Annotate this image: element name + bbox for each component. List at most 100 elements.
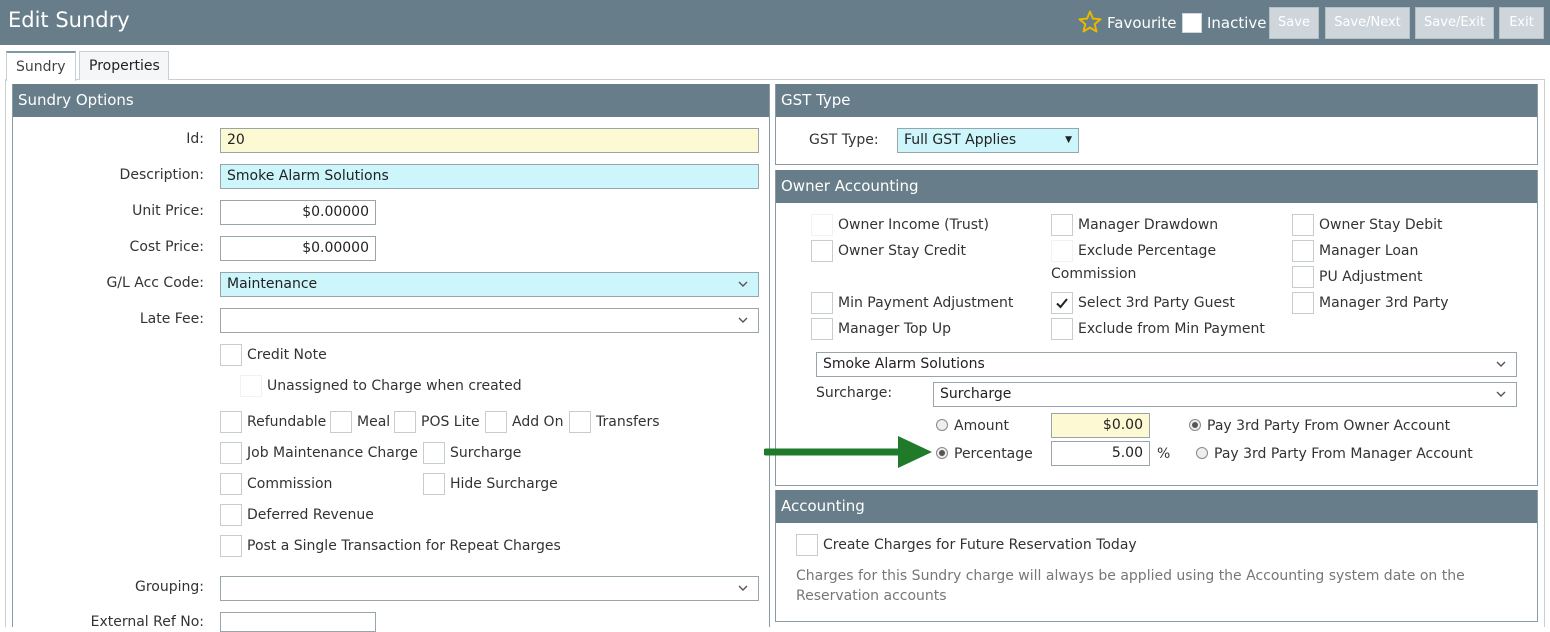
manager-3rd-party-label: Manager 3rd Party	[1319, 295, 1449, 311]
third-party-value: Smoke Alarm Solutions	[823, 356, 985, 372]
unassigned-label: Unassigned to Charge when created	[267, 378, 522, 394]
chevron-down-icon	[1496, 361, 1506, 367]
add-on-label: Add On	[512, 414, 564, 430]
exit-button[interactable]: Exit	[1499, 7, 1544, 39]
commission-checkbox[interactable]	[220, 473, 242, 495]
deferred-revenue-checkbox[interactable]	[220, 504, 242, 526]
refundable-checkbox[interactable]	[220, 411, 242, 433]
caret-down-icon: ▼	[1065, 135, 1072, 145]
owner-stay-credit-checkbox[interactable]	[811, 240, 833, 262]
grouping-label: Grouping:	[135, 579, 204, 595]
cost-price-field[interactable]: $0.00000	[220, 236, 376, 261]
inactive-label: Inactive	[1207, 14, 1267, 32]
post-single-checkbox[interactable]	[220, 535, 242, 557]
external-ref-label: External Ref No:	[90, 614, 204, 630]
gst-type-select[interactable]: Full GST Applies ▼	[897, 128, 1079, 153]
select-3rd-party-guest-checkbox[interactable]	[1051, 292, 1073, 314]
exclude-commission-label: Commission	[1051, 266, 1137, 282]
gst-type-value: Full GST Applies	[904, 132, 1017, 148]
surcharge-select[interactable]: Surcharge	[933, 382, 1517, 407]
create-charges-checkbox[interactable]	[796, 534, 818, 556]
late-fee-select[interactable]	[220, 308, 759, 333]
gl-acc-code-select[interactable]: Maintenance	[220, 272, 759, 297]
description-field[interactable]: Smoke Alarm Solutions	[220, 164, 759, 189]
select-3rd-party-guest-label: Select 3rd Party Guest	[1078, 295, 1235, 311]
tab-sundry[interactable]: Sundry	[6, 51, 76, 81]
amount-radio[interactable]	[936, 419, 948, 431]
credit-note-checkbox[interactable]	[220, 344, 242, 366]
post-single-label: Post a Single Transaction for Repeat Cha…	[247, 538, 561, 554]
manager-3rd-party-checkbox[interactable]	[1292, 292, 1314, 314]
tab-properties[interactable]: Properties	[79, 51, 169, 80]
unit-price-label: Unit Price:	[132, 203, 204, 219]
meal-checkbox[interactable]	[330, 411, 352, 433]
transfers-label: Transfers	[596, 414, 660, 430]
pay-manager-label: Pay 3rd Party From Manager Account	[1214, 446, 1473, 462]
surcharge-select-label: Surcharge:	[816, 385, 893, 401]
percentage-label: Percentage	[954, 446, 1033, 462]
id-field[interactable]: 20	[220, 128, 759, 153]
add-on-checkbox[interactable]	[485, 411, 507, 433]
min-payment-adjustment-checkbox[interactable]	[811, 292, 833, 314]
owner-stay-debit-checkbox[interactable]	[1292, 214, 1314, 236]
gst-type-title: GST Type	[776, 84, 1537, 117]
refundable-label: Refundable	[247, 414, 327, 430]
unit-price-field[interactable]: $0.00000	[220, 200, 376, 225]
save-next-button[interactable]: Save/Next	[1325, 7, 1410, 39]
surcharge-label: Surcharge	[450, 445, 522, 461]
manager-loan-label: Manager Loan	[1319, 243, 1419, 259]
hide-surcharge-checkbox[interactable]	[423, 473, 445, 495]
exclude-percentage-commission-checkbox[interactable]	[1051, 240, 1073, 262]
exclude-min-payment-checkbox[interactable]	[1051, 318, 1073, 340]
save-exit-button[interactable]: Save/Exit	[1415, 7, 1494, 39]
pu-adjustment-checkbox[interactable]	[1292, 266, 1314, 288]
exclude-min-payment-label: Exclude from Min Payment	[1078, 321, 1265, 337]
manager-top-up-label: Manager Top Up	[838, 321, 952, 337]
external-ref-field[interactable]	[220, 612, 376, 632]
percentage-field[interactable]: 5.00	[1051, 441, 1150, 466]
owner-accounting-title: Owner Accounting	[776, 170, 1537, 203]
commission-label: Commission	[247, 476, 333, 492]
chevron-down-icon	[738, 317, 748, 323]
pu-adjustment-label: PU Adjustment	[1319, 269, 1423, 285]
save-button[interactable]: Save	[1269, 7, 1319, 39]
grouping-select[interactable]	[220, 576, 759, 601]
manager-top-up-checkbox[interactable]	[811, 318, 833, 340]
description-label: Description:	[119, 167, 204, 183]
owner-income-checkbox[interactable]	[811, 214, 833, 236]
id-label: Id:	[186, 131, 204, 147]
transfers-checkbox[interactable]	[569, 411, 591, 433]
gst-type-label: GST Type:	[809, 132, 879, 148]
chevron-down-icon	[738, 281, 748, 287]
hide-surcharge-label: Hide Surcharge	[450, 476, 558, 492]
manager-drawdown-label: Manager Drawdown	[1078, 217, 1219, 233]
pos-lite-checkbox[interactable]	[394, 411, 416, 433]
star-icon[interactable]	[1078, 10, 1102, 34]
job-maintenance-label: Job Maintenance Charge	[247, 445, 418, 461]
late-fee-label: Late Fee:	[139, 311, 204, 327]
accounting-note: Charges for this Sundry charge will alwa…	[796, 568, 1465, 604]
accounting-title: Accounting	[776, 490, 1537, 523]
amount-field[interactable]: $0.00	[1051, 413, 1150, 438]
percentage-radio[interactable]	[936, 447, 948, 459]
unassigned-checkbox[interactable]	[240, 375, 262, 397]
owner-stay-debit-label: Owner Stay Debit	[1319, 217, 1443, 233]
surcharge-checkbox[interactable]	[423, 442, 445, 464]
cost-price-label: Cost Price:	[129, 239, 204, 255]
manager-drawdown-checkbox[interactable]	[1051, 214, 1073, 236]
create-charges-label: Create Charges for Future Reservation To…	[823, 537, 1137, 553]
pay-owner-radio[interactable]	[1189, 419, 1201, 431]
favourite-label[interactable]: Favourite	[1107, 14, 1176, 32]
job-maintenance-checkbox[interactable]	[220, 442, 242, 464]
inactive-checkbox[interactable]	[1182, 13, 1202, 33]
pos-lite-label: POS Lite	[421, 414, 480, 430]
gst-type-panel: GST Type	[775, 84, 1538, 165]
page-title: Edit Sundry	[8, 8, 130, 32]
pay-manager-radio[interactable]	[1196, 447, 1208, 459]
meal-label: Meal	[357, 414, 391, 430]
third-party-select[interactable]: Smoke Alarm Solutions	[816, 352, 1517, 377]
gl-acc-code-label: G/L Acc Code:	[106, 275, 204, 291]
chevron-down-icon	[1496, 391, 1506, 397]
manager-loan-checkbox[interactable]	[1292, 240, 1314, 262]
chevron-down-icon	[738, 585, 748, 591]
